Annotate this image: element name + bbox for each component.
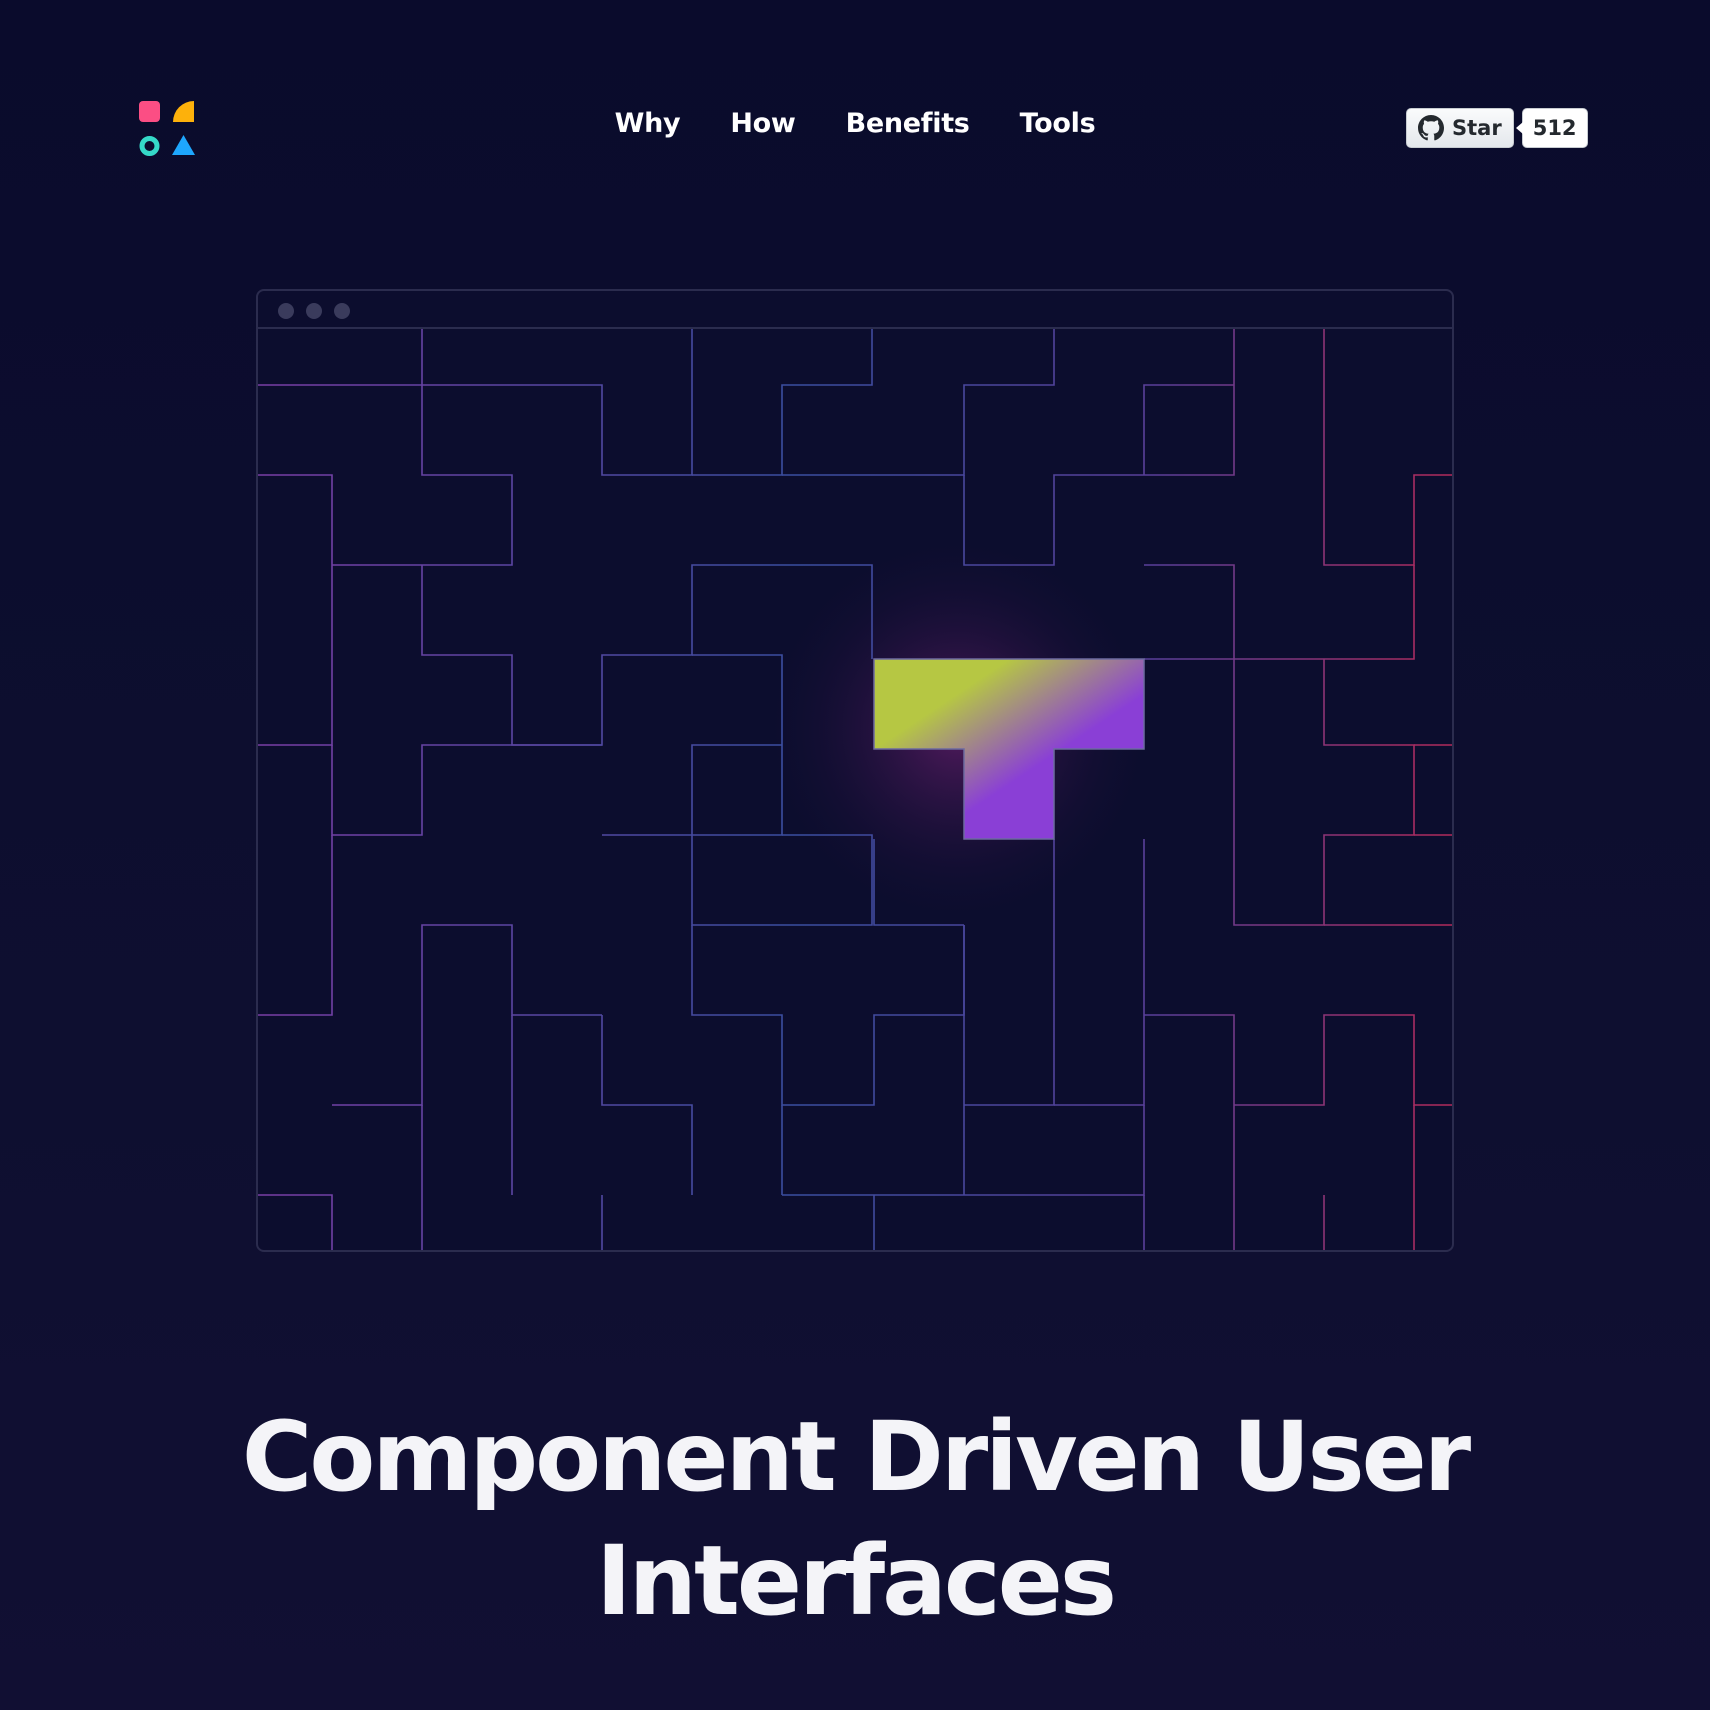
browser-title-bar (258, 291, 1452, 329)
maze-line (258, 474, 333, 746)
hero-headline-line2: Interfaces (595, 1525, 1117, 1637)
maze-line (1144, 564, 1235, 660)
nav-link-benefits[interactable]: Benefits (846, 108, 970, 139)
maze-line (782, 329, 1055, 476)
nav-link-tools[interactable]: Tools (1020, 108, 1096, 139)
github-star-widget: Star 512 (1406, 108, 1588, 148)
maze-line (692, 329, 873, 476)
maze-line (258, 329, 423, 386)
github-star-count[interactable]: 512 (1515, 108, 1588, 148)
nav-link-how[interactable]: How (730, 108, 796, 139)
maze-line (1234, 1014, 1452, 1106)
maze-line (1233, 659, 1415, 926)
maze-line (1144, 1014, 1235, 1195)
window-dot-icon (278, 303, 294, 319)
github-icon (1418, 115, 1444, 141)
maze-line (258, 1194, 333, 1250)
github-star-button[interactable]: Star (1406, 108, 1514, 148)
window-dot-icon (306, 303, 322, 319)
maze-line (1143, 384, 1234, 475)
browser-window-illustration (256, 289, 1454, 1252)
puzzle-maze-grid (258, 329, 1452, 1250)
maze-line (258, 835, 333, 1016)
maze-line (332, 385, 513, 566)
maze-line (1234, 565, 1415, 660)
maze-line (422, 329, 693, 476)
maze-line (963, 329, 1235, 566)
maze-line (691, 925, 965, 1106)
logo-circle-shape (139, 136, 160, 156)
maze-line (601, 1015, 693, 1195)
maze-line (964, 1105, 1145, 1196)
maze-line (331, 744, 602, 836)
nav-link-why[interactable]: Why (615, 108, 681, 139)
hero-headline: Component Driven User Interfaces (0, 1395, 1710, 1643)
maze-line (332, 924, 602, 1106)
maze-line (1323, 329, 1452, 566)
site-header: Why How Benefits Tools Star 512 (0, 0, 1710, 260)
window-dot-icon (334, 303, 350, 319)
hero-headline-line1: Component Driven User (241, 1401, 1471, 1513)
github-star-label: Star (1452, 116, 1502, 140)
